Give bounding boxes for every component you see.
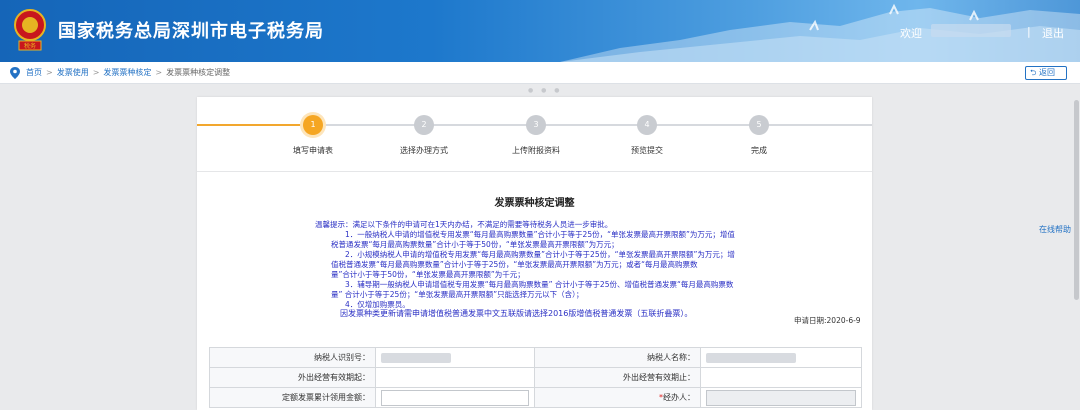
notice-line: 量”合计小于等于50份，“单张发票最高开票限额”为千元； [331, 270, 525, 279]
breadcrumb-invoice-use[interactable]: 发票使用 [57, 68, 89, 77]
taxpayer-name-label: 纳税人名称： [534, 347, 701, 368]
redacted-value [381, 352, 451, 363]
notice-text: 温馨提示：满足以下条件的申请可在1天内办结，不满足的需要等待税务人员进一步审批。… [315, 220, 805, 310]
form-title: 发票票种核定调整 [494, 198, 575, 209]
step-number: 3 [526, 115, 546, 135]
notice-line: 税普通发票“每月最高购票数量”合计小于等于50份，“单张发票最高开票限额”为万元… [331, 240, 619, 249]
site-title: 国家税务总局深圳市电子税务局 [58, 21, 324, 42]
logout-link[interactable]: 退出 [1042, 25, 1064, 41]
notice-line: 2．小规模纳税人申请的增值税专用发票“每月最高购票数量”合计小于等于25份，“单… [345, 250, 735, 259]
step-5: 5 完成 [709, 115, 809, 156]
breadcrumb-current: 发票票种核定调整 [166, 68, 231, 77]
progress-steps: 1 填写申请表 2 选择办理方式 3 上传附报资料 4 预览提交 5 完成 [197, 97, 872, 171]
table-row: 定额发票累计领用金额： *经办人： [209, 387, 862, 408]
notice-line: 温馨提示：满足以下条件的申请可在1天内办结，不满足的需要等待税务人员进一步审批。 [315, 220, 613, 229]
quota-amount-input[interactable] [381, 389, 529, 406]
svg-text:税务: 税务 [24, 42, 36, 50]
step-3: 3 上传附报资料 [486, 115, 586, 156]
welcome-text: 欢迎 [900, 27, 922, 40]
step-label: 填写申请表 [293, 146, 333, 155]
back-arrow-icon: ⮌ [1030, 68, 1037, 77]
taxpayer-info-table: 纳税人识别号： 纳税人名称： 外出经营有效期起： 外出经营有效期止： 定额发票累… [209, 347, 862, 408]
notice-line: 值税普通发票“每月最高购票数量”合计小于等于25份，“单张发票最高开票限额”为万… [331, 260, 698, 269]
carousel-dots: ● ● ● [528, 87, 563, 94]
username-redacted [931, 24, 1011, 37]
breadcrumb: 首页 > 发票使用 > 发票票种核定 > 发票票种核定调整 [26, 68, 231, 77]
location-pin-icon [10, 67, 20, 79]
redacted-value [706, 352, 796, 363]
notice-line: 量” 合计小于等于25份；“单张发票最高开票限额”只能选择万元以下（含）； [331, 290, 584, 299]
external-start-label: 外出经营有效期起： [209, 367, 376, 388]
step-number: 1 [303, 115, 323, 135]
top-header: 税务 国家税务总局深圳市电子税务局 欢迎 | 退出 [0, 0, 1080, 62]
tax-emblem-logo: 税务 [14, 9, 46, 51]
taxpayer-id-label: 纳税人识别号： [209, 347, 376, 368]
step-number: 4 [637, 115, 657, 135]
external-end-value [700, 367, 862, 388]
table-row: 纳税人识别号： 纳税人名称： [209, 347, 862, 368]
handler-input[interactable] [706, 389, 856, 406]
invoice-version-note: 因发票种类更新请需申请增值税普通发票中文五联版请选择2016版增值税普通发票（五… [340, 309, 693, 318]
handler-label-cell: *经办人： [534, 387, 701, 408]
step-1: 1 填写申请表 [263, 115, 363, 156]
card-divider [197, 171, 872, 172]
scrollbar-thumb[interactable] [1074, 100, 1079, 300]
step-label: 完成 [751, 146, 767, 155]
taxpayer-id-value [375, 347, 535, 368]
back-button[interactable]: ⮌ 返回 [1025, 66, 1067, 80]
step-label: 预览提交 [631, 146, 663, 155]
external-end-label: 外出经营有效期止： [534, 367, 701, 388]
step-label: 上传附报资料 [512, 146, 560, 155]
table-row: 外出经营有效期起： 外出经营有效期止： [209, 367, 862, 388]
handler-label: 经办人： [663, 393, 695, 402]
header-divider: | [1027, 25, 1031, 38]
step-4: 4 预览提交 [597, 115, 697, 156]
back-button-label: 返回 [1038, 68, 1055, 77]
taxpayer-name-value [700, 347, 862, 368]
notice-line: 3．辅导期一般纳税人申请增值税专用发票“每月最高购票数量” 合计小于等于25份、… [345, 280, 734, 289]
external-start-value [375, 367, 535, 388]
main-card: 1 填写申请表 2 选择办理方式 3 上传附报资料 4 预览提交 5 完成 发票… [197, 97, 872, 410]
step-number: 2 [414, 115, 434, 135]
breadcrumb-home[interactable]: 首页 [26, 68, 42, 77]
step-label: 选择办理方式 [400, 146, 448, 155]
apply-date: 申请日期:2020-6-9 [794, 316, 861, 325]
breadcrumb-invoice-type[interactable]: 发票票种核定 [103, 68, 151, 77]
quota-amount-cell [375, 387, 535, 408]
step-2: 2 选择办理方式 [374, 115, 474, 156]
quota-amount-label: 定额发票累计领用金额： [209, 387, 376, 408]
step-number: 5 [749, 115, 769, 135]
handler-cell [700, 387, 862, 408]
breadcrumb-bar: 首页 > 发票使用 > 发票票种核定 > 发票票种核定调整 ⮌ 返回 [0, 62, 1080, 84]
notice-line: 1．一般纳税人申请的增值税专用发票“每月最高购票数量”合计小于等于25份，“单张… [345, 230, 735, 239]
online-help-link[interactable]: 在线帮助 [1039, 224, 1071, 235]
